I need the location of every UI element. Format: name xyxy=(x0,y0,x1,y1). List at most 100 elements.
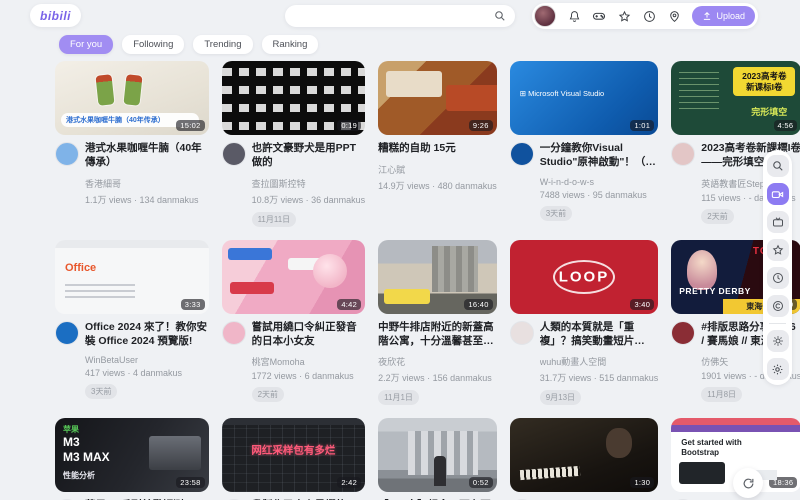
video-title[interactable]: 也許文豪野犬是用PPT做的 xyxy=(252,142,366,170)
search-icon[interactable] xyxy=(494,10,506,22)
video-thumbnail[interactable]: 苹果M3M3 MAX性能分析23:58 xyxy=(55,418,209,492)
uploader-name[interactable]: wuhu動畫人空間 xyxy=(540,355,659,368)
uploader-name[interactable]: 香港細哥 xyxy=(85,177,209,190)
upload-button[interactable]: Upload xyxy=(692,6,755,26)
video-card[interactable]: 4:42嘗試用繞口令糾正發音的日本小女友桃宮Momoha1772 views ·… xyxy=(222,240,366,406)
date-badge: 2天前 xyxy=(701,209,733,224)
video-duration: 16:40 xyxy=(464,299,492,310)
video-stats: 7488 views · 95 danmakus xyxy=(540,190,659,200)
video-thumbnail[interactable]: 9:26 xyxy=(378,61,497,135)
video-card[interactable]: 苹果M3M3 MAX性能分析23:58蘋果M3系列首發評測：Max早該如此极客湾… xyxy=(55,418,209,500)
brightness-icon[interactable] xyxy=(767,330,789,352)
user-avatar[interactable] xyxy=(534,5,556,27)
video-card[interactable]: LOOP3:40 人類的本質就是「重複」？搞笑動畫短片《LOOP》 wuhu動畫人空… xyxy=(510,240,659,406)
refresh-button[interactable] xyxy=(733,468,763,498)
video-card[interactable]: 0:52【cos向】紀念一下在不列顛出過的三次元上智月球聖誕鹿6.2万 view… xyxy=(378,418,497,500)
video-card[interactable]: 1:30Faye's themeVerwer凡賽777 views · - da… xyxy=(510,418,659,500)
date-badge: 2天前 xyxy=(252,387,284,402)
pin-icon[interactable] xyxy=(667,9,681,23)
video-duration: 9:26 xyxy=(469,120,493,131)
video-title[interactable]: 人類的本質就是「重複」？搞笑動畫短片《LOOP》 xyxy=(540,321,659,349)
uploader-name[interactable]: 夜欣花 xyxy=(378,355,497,368)
video-thumbnail[interactable]: LOOP3:40 xyxy=(510,240,659,314)
video-card[interactable]: Office3:33 Office 2024 來了！教你安裝 Office 202… xyxy=(55,240,209,406)
video-duration: 4:56 xyxy=(774,120,798,131)
uploader-avatar[interactable] xyxy=(671,142,695,166)
video-thumbnail[interactable]: 港式水果咖喱牛腩（40年传承）15:02 xyxy=(55,61,209,135)
uploader-avatar[interactable] xyxy=(671,321,695,345)
video-title[interactable]: 一分鐘教你Visual Studio"原神啟動"！（適用於Blend） xyxy=(540,142,659,170)
video-grid: 港式水果咖喱牛腩（40年传承）15:02 港式水果咖喱牛腩（40年傳承） 香港細哥 1… xyxy=(55,61,745,500)
video-stats: 14.9万 views · 480 danmakus xyxy=(378,179,497,192)
date-badge: 11月1日 xyxy=(378,390,419,405)
video-thumbnail[interactable]: ⊞ Microsoft Visual Studio1:01 xyxy=(510,61,659,135)
video-card[interactable]: 9:26 糟糕的自助 15元江心賦 14.9万 views · 480 danmak… xyxy=(378,61,497,227)
thumb-overlay-pd: PRETTY DERBY xyxy=(679,286,751,296)
date-badge: 11月11日 xyxy=(252,212,297,227)
site-logo[interactable]: bibili xyxy=(30,4,81,27)
uploader-avatar[interactable] xyxy=(55,142,79,166)
video-thumbnail[interactable]: 16:40 xyxy=(378,240,497,314)
video-title[interactable]: 中野牛排店附近的新蓋高階公寓，十分溫馨甚至九分乾淨 xyxy=(378,321,497,349)
uploader-name[interactable]: WinBetaUser xyxy=(85,355,209,365)
video-card[interactable]: 16:40 中野牛排店附近的新蓋高階公寓，十分溫馨甚至九分乾淨夜欣花 2.2万 vi… xyxy=(378,240,497,406)
star-icon[interactable] xyxy=(767,239,789,261)
thumb-overlay-l1: 2023高考卷 xyxy=(733,67,795,82)
header-actions: Upload xyxy=(532,3,758,29)
search-bar[interactable] xyxy=(285,5,515,27)
settings-icon[interactable] xyxy=(767,358,789,380)
video-thumbnail[interactable]: 4:42 xyxy=(222,240,366,314)
video-duration: 18:36 xyxy=(769,477,797,488)
gamepad-icon[interactable] xyxy=(592,9,606,23)
tab-for-you[interactable]: For you xyxy=(59,35,113,54)
search-icon[interactable] xyxy=(767,155,789,177)
tab-trending[interactable]: Trending xyxy=(193,35,252,54)
video-thumbnail[interactable]: 0:19 xyxy=(222,61,366,135)
video-thumbnail[interactable]: 网红采样包有多烂2:42 xyxy=(222,418,366,492)
search-input[interactable] xyxy=(285,5,494,27)
video-thumbnail[interactable]: 1:30 xyxy=(510,418,659,492)
video-card[interactable]: ⊞ Microsoft Visual Studio1:01 一分鐘教你Visual… xyxy=(510,61,659,227)
history-icon[interactable] xyxy=(642,9,656,23)
video-card[interactable]: 港式水果咖喱牛腩（40年传承）15:02 港式水果咖喱牛腩（40年傳承） 香港細哥 1… xyxy=(55,61,209,227)
uploader-name[interactable]: 桃宮Momoha xyxy=(252,355,366,368)
video-title[interactable]: Office 2024 來了！教你安裝 Office 2024 預覽版! xyxy=(85,321,209,349)
video-thumbnail[interactable]: 2023高考卷新课标I卷完形填空4:56 xyxy=(671,61,800,135)
uploader-name[interactable]: 江心賦 xyxy=(378,163,497,176)
uploader-avatar[interactable] xyxy=(510,321,534,345)
date-badge: 9月13日 xyxy=(540,390,581,405)
uploader-avatar[interactable] xyxy=(55,321,79,345)
date-badge: 3天前 xyxy=(540,206,572,221)
video-stats: 2.2万 views · 156 danmakus xyxy=(378,371,497,384)
thumb-overlay-l3: 完形填空 xyxy=(751,105,787,118)
uploader-avatar[interactable] xyxy=(510,142,534,166)
video-duration: 23:58 xyxy=(176,477,204,488)
video-duration: 1:30 xyxy=(630,477,654,488)
upload-label: Upload xyxy=(716,11,745,21)
video-thumbnail[interactable]: 0:52 xyxy=(378,418,497,492)
video-duration: 15:02 xyxy=(176,120,204,131)
uploader-name[interactable]: W-i-n-d-o-w-s xyxy=(540,177,659,187)
history-icon[interactable] xyxy=(767,267,789,289)
bell-icon[interactable] xyxy=(567,9,581,23)
video-card[interactable]: 网红采样包有多烂2:42我製作了史上最爛的工程類蝴包。[FL21]icewate… xyxy=(222,418,366,500)
video-title[interactable]: 糟糕的自助 15元 xyxy=(378,142,497,156)
thumb-overlay-max: M3 MAX xyxy=(63,450,110,464)
theme-icon[interactable] xyxy=(767,295,789,317)
header: bibili xyxy=(0,0,800,34)
tab-following[interactable]: Following xyxy=(122,35,184,54)
video-thumbnail[interactable]: Office3:33 xyxy=(55,240,209,314)
tab-ranking[interactable]: Ranking xyxy=(262,35,319,54)
tv-icon[interactable] xyxy=(767,211,789,233)
star-icon[interactable] xyxy=(617,9,631,23)
date-badge: 3天前 xyxy=(85,384,117,399)
camera-icon[interactable] xyxy=(767,183,789,205)
upload-icon xyxy=(702,11,712,21)
video-card[interactable]: 0:19也許文豪野犬是用PPT做的查拉圖斯控特10.8万 views · 36 … xyxy=(222,61,366,227)
uploader-avatar[interactable] xyxy=(222,142,246,166)
video-title[interactable]: 港式水果咖喱牛腩（40年傳承） xyxy=(85,142,209,170)
uploader-name[interactable]: 查拉圖斯控特 xyxy=(252,177,366,190)
video-title[interactable]: 嘗試用繞口令糾正發音的日本小女友 xyxy=(252,321,366,349)
uploader-avatar[interactable] xyxy=(222,321,246,345)
feed-tabs: For you Following Trending Ranking xyxy=(59,35,318,54)
